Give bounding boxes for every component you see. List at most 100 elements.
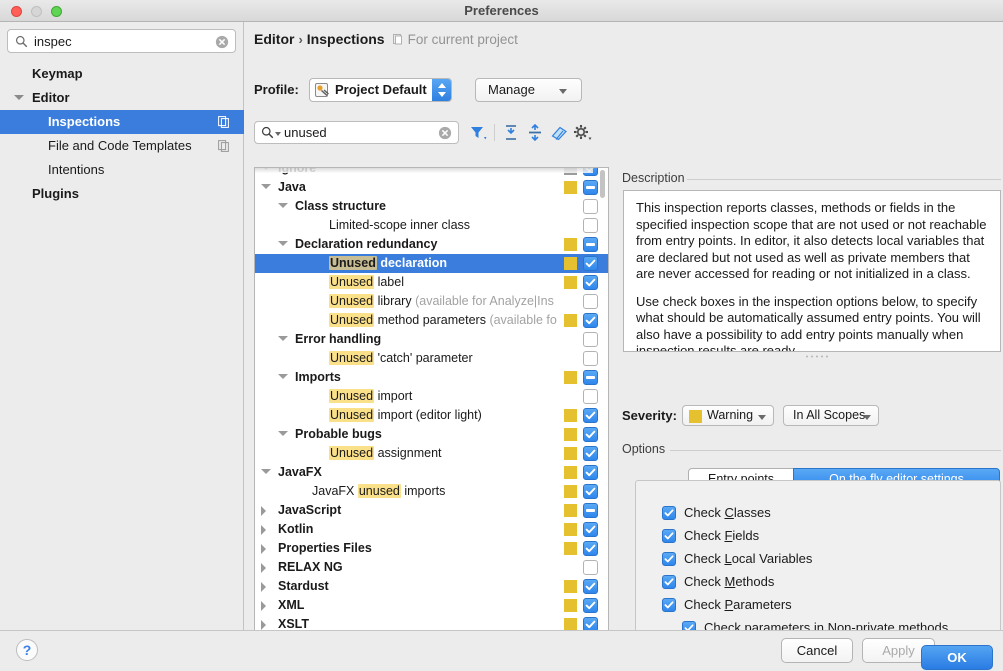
inspection-checkbox[interactable] [583,541,598,556]
resize-grip-icon[interactable] [803,354,829,359]
tree-row[interactable]: Imports [255,368,608,387]
inspection-checkbox[interactable] [583,180,598,195]
breadcrumb-root[interactable]: Editor [254,31,294,47]
tree-row[interactable]: JavaScript [255,501,608,520]
help-button[interactable]: ? [16,639,38,661]
chevron-right-icon[interactable] [261,601,266,611]
chevron-right-icon[interactable] [261,544,266,554]
tree-row[interactable]: JavaFX unused imports [255,482,608,501]
expand-all-icon[interactable] [501,123,521,142]
tree-row-selected[interactable]: Unused declaration [255,254,608,273]
severity-swatch[interactable] [564,276,577,289]
chevron-right-icon[interactable] [261,525,266,535]
cancel-button[interactable]: Cancel [781,638,853,663]
option-checkbox[interactable] [662,552,676,566]
severity-swatch[interactable] [564,238,577,251]
inspection-checkbox[interactable] [583,370,598,385]
chevron-down-icon[interactable] [261,469,271,474]
severity-swatch[interactable] [564,485,577,498]
inspection-checkbox[interactable] [583,484,598,499]
ok-button[interactable]: OK [921,645,993,670]
copy-settings-icon[interactable] [218,116,230,128]
severity-swatch[interactable] [564,314,577,327]
tree-row[interactable]: Properties Files [255,539,608,558]
clear-search-icon[interactable] [438,126,452,140]
severity-swatch[interactable] [564,447,577,460]
sidebar-item-keymap[interactable]: Keymap [0,62,244,86]
inspection-search-field[interactable]: unused [254,121,459,144]
chevron-right-icon[interactable] [261,563,266,573]
tree-row[interactable]: Class structure [255,197,608,216]
inspection-checkbox[interactable] [583,522,598,537]
clear-search-icon[interactable] [215,35,229,49]
inspection-checkbox[interactable] [583,427,598,442]
inspection-checkbox[interactable] [583,579,598,594]
inspection-checkbox[interactable] [583,275,598,290]
chevron-down-icon[interactable] [278,374,288,379]
manage-button[interactable]: Manage [475,78,582,102]
tree-row[interactable]: Unused 'catch' parameter [255,349,608,368]
inspection-checkbox[interactable] [583,199,598,214]
severity-swatch[interactable] [564,580,577,593]
inspection-checkbox[interactable] [583,503,598,518]
option-checkbox[interactable] [662,598,676,612]
tree-row[interactable]: Stardust [255,577,608,596]
severity-swatch[interactable] [564,181,577,194]
inspection-checkbox[interactable] [583,598,598,613]
profile-combobox[interactable]: Project Default [309,78,452,102]
tree-row[interactable]: Declaration redundancy [255,235,608,254]
inspection-checkbox[interactable] [583,389,598,404]
stepper-down-icon[interactable] [438,92,446,97]
tree-row[interactable]: Probable bugs [255,425,608,444]
scrollbar-thumb[interactable] [600,170,605,198]
option-checkbox[interactable] [662,529,676,543]
tree-row[interactable]: XML [255,596,608,615]
chevron-down-icon[interactable] [278,336,288,341]
tree-row[interactable]: RELAX NG [255,558,608,577]
inspection-checkbox[interactable] [583,351,598,366]
severity-swatch[interactable] [564,599,577,612]
stepper-up-icon[interactable] [438,83,446,88]
chevron-down-icon[interactable] [261,184,271,189]
inspection-checkbox[interactable] [583,332,598,347]
severity-swatch[interactable] [564,504,577,517]
tree-row[interactable]: Unused label [255,273,608,292]
chevron-down-icon[interactable] [14,95,24,100]
search-options-chevron-icon[interactable] [275,132,281,136]
tree-row[interactable]: Error handling [255,330,608,349]
inspection-checkbox[interactable] [583,218,598,233]
gear-icon[interactable] [572,123,592,142]
chevron-down-icon[interactable] [278,203,288,208]
tree-row[interactable]: Unused import (editor light) [255,406,608,425]
inspections-tree[interactable]: IgnoreJavaClass structureLimited-scope i… [255,168,608,641]
tree-vertical-scrollbar[interactable] [598,170,607,639]
inspection-checkbox[interactable] [583,294,598,309]
tree-row[interactable]: Unused assignment [255,444,608,463]
chevron-right-icon[interactable] [261,506,266,516]
sidebar-item-inspections[interactable]: Inspections [0,110,244,134]
inspection-checkbox[interactable] [583,446,598,461]
inspection-checkbox[interactable] [583,256,598,271]
tree-row[interactable]: JavaFX [255,463,608,482]
collapse-all-icon[interactable] [525,123,545,142]
severity-swatch[interactable] [564,257,577,270]
severity-swatch[interactable] [564,523,577,536]
severity-swatch[interactable] [564,466,577,479]
sidebar-item-intentions[interactable]: Intentions [0,158,244,182]
chevron-right-icon[interactable] [261,582,266,592]
severity-swatch[interactable] [564,428,577,441]
sidebar-item-file-and-code-templates[interactable]: File and Code Templates [0,134,244,158]
tree-row[interactable]: Kotlin [255,520,608,539]
option-checkbox[interactable] [662,506,676,520]
tree-row[interactable]: Limited-scope inner class [255,216,608,235]
severity-swatch[interactable] [564,371,577,384]
inspection-checkbox[interactable] [583,237,598,252]
severity-combobox[interactable]: Warning [682,405,774,426]
severity-swatch[interactable] [564,542,577,555]
profile-stepper[interactable] [432,79,451,101]
scope-combobox[interactable]: In All Scopes [783,405,879,426]
severity-swatch[interactable] [564,409,577,422]
tree-row[interactable]: Unused library (available for Analyze|In… [255,292,608,311]
chevron-down-icon[interactable] [278,431,288,436]
tree-row[interactable]: Java [255,178,608,197]
